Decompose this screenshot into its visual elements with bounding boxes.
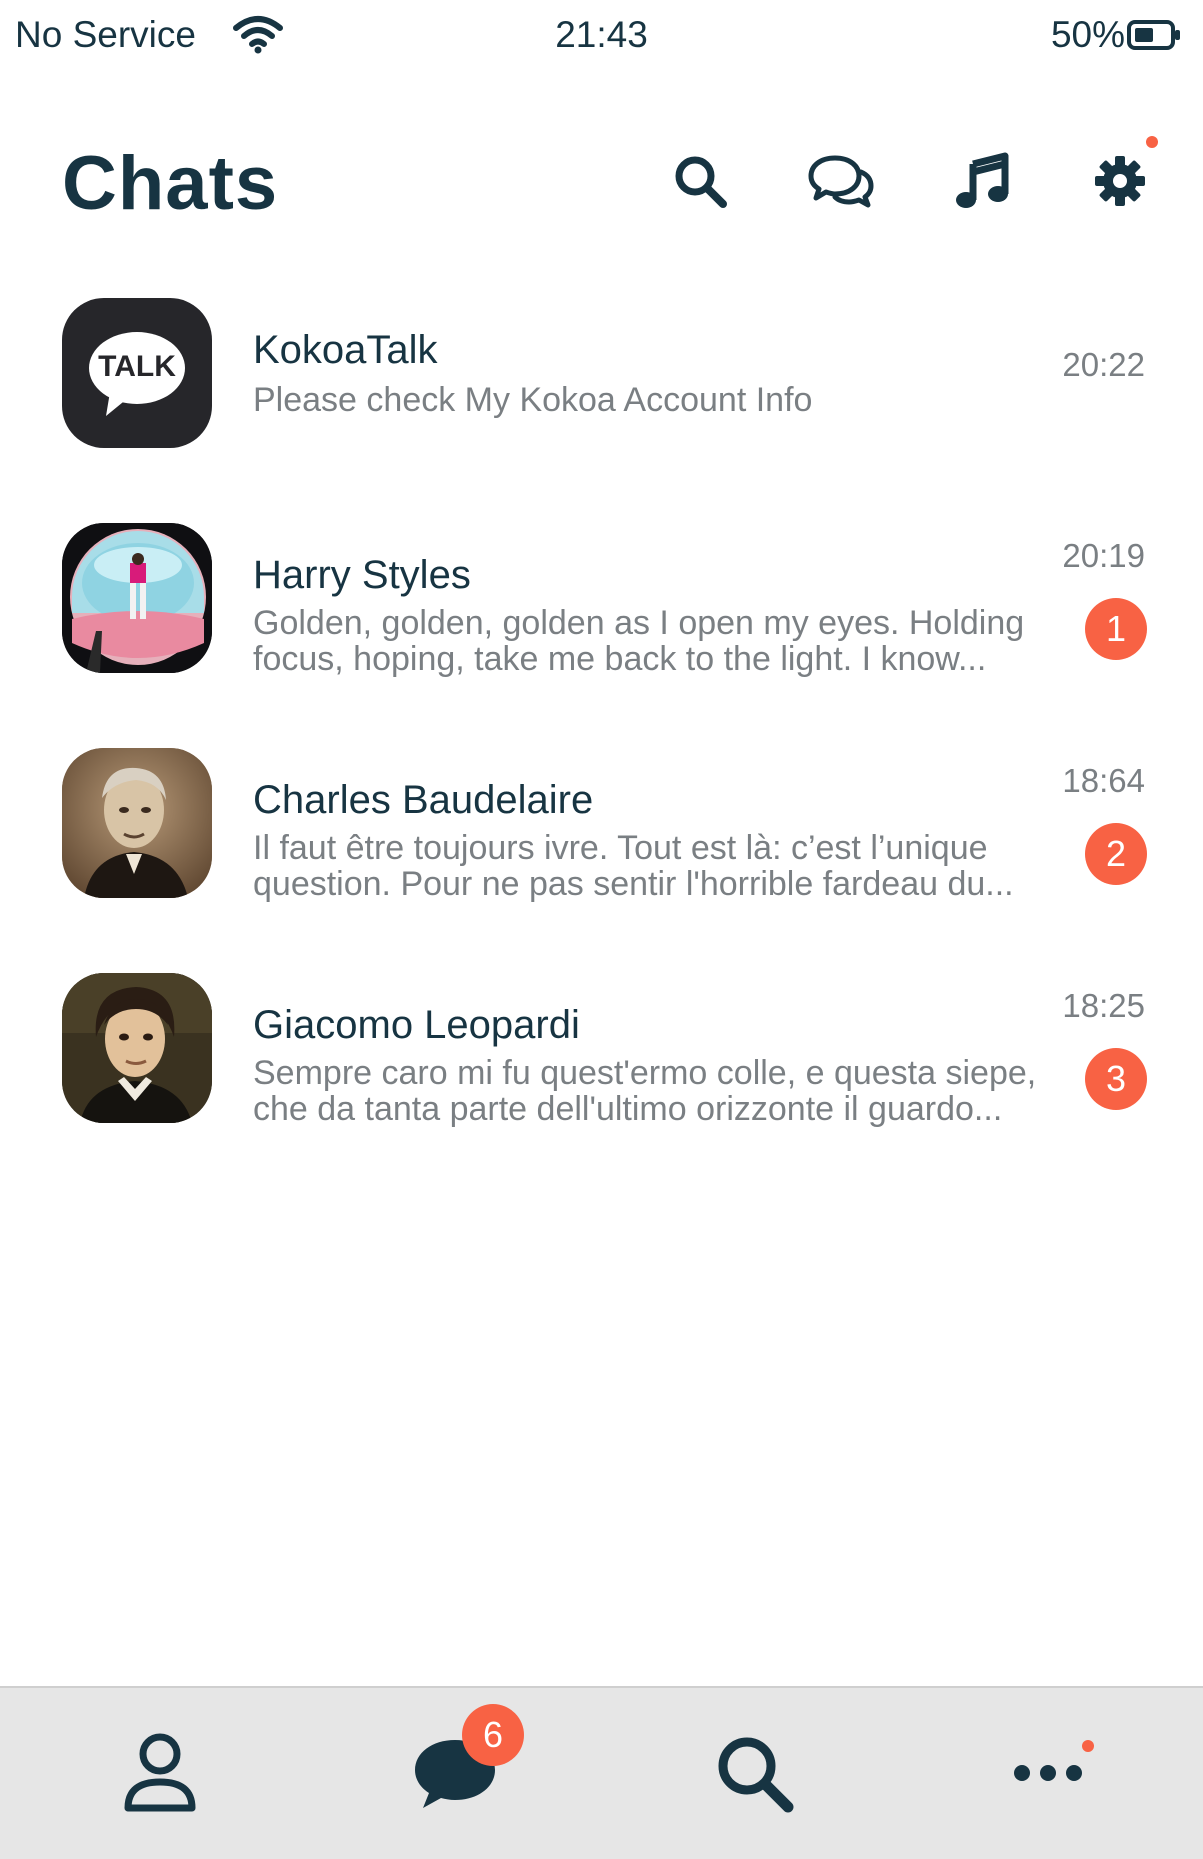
unread-badge: 3 — [1085, 1048, 1147, 1110]
chat-item-giacomo-leopardi[interactable]: Giacomo Leopardi Sempre caro mi fu quest… — [0, 963, 1203, 1127]
chat-time: 18:64 — [1062, 762, 1145, 799]
chats-tab-badge: 6 — [462, 1704, 524, 1766]
chat-item-harry-styles[interactable]: Harry Styles Golden, golden, golden as I… — [0, 513, 1203, 677]
status-bar: No Service 21:43 50% — [0, 0, 1203, 80]
avatar — [62, 748, 212, 898]
kokoatalk-logo-text: TALK — [98, 350, 176, 383]
chat-item-kokoatalk[interactable]: TALK KokoaTalk Please check My Kokoa Acc… — [0, 288, 1203, 448]
header: Chats — [0, 110, 1203, 250]
tab-chats[interactable]: 6 — [400, 1704, 524, 1828]
music-note-icon[interactable] — [948, 146, 1018, 216]
gear-icon[interactable] — [1085, 146, 1155, 216]
chat-name: Harry Styles — [253, 553, 471, 597]
battery-icon — [1127, 20, 1181, 57]
avatar: TALK — [62, 298, 212, 448]
chat-time: 20:19 — [1062, 537, 1145, 574]
unread-badge: 1 — [1085, 598, 1147, 660]
more-notification-dot — [1082, 1740, 1094, 1752]
clock: 21:43 — [555, 14, 648, 55]
tab-more[interactable] — [993, 1718, 1103, 1828]
chat-time: 20:22 — [1062, 346, 1145, 383]
person-icon — [124, 1733, 196, 1812]
avatar — [62, 523, 212, 673]
tab-search[interactable] — [699, 1718, 809, 1828]
chat-preview: Il faut être toujours ivre. Tout est là:… — [253, 829, 1014, 903]
chat-preview: Golden, golden, golden as I open my eyes… — [253, 604, 1025, 678]
chat-bubbles-icon[interactable] — [806, 146, 876, 216]
chat-name: KokoaTalk — [253, 328, 438, 372]
chat-name: Charles Baudelaire — [253, 778, 594, 822]
chat-name: Giacomo Leopardi — [253, 1003, 580, 1047]
page-title: Chats — [62, 141, 279, 226]
search-icon[interactable] — [665, 146, 735, 216]
chat-item-charles-baudelaire[interactable]: Charles Baudelaire Il faut être toujours… — [0, 738, 1203, 902]
battery-percentage: 50% — [1050, 14, 1125, 55]
tab-friends[interactable] — [105, 1718, 215, 1828]
search-icon — [718, 1737, 794, 1813]
unread-badge: 2 — [1085, 823, 1147, 885]
tab-bar: 6 — [0, 1686, 1203, 1859]
chat-preview: Please check My Kokoa Account Info — [253, 381, 813, 419]
more-dots-icon — [1014, 1765, 1082, 1781]
avatar — [62, 973, 212, 1123]
chat-time: 18:25 — [1062, 987, 1145, 1024]
chat-preview: Sempre caro mi fu quest'ermo colle, e qu… — [253, 1054, 1037, 1128]
settings-notification-dot — [1146, 136, 1158, 148]
